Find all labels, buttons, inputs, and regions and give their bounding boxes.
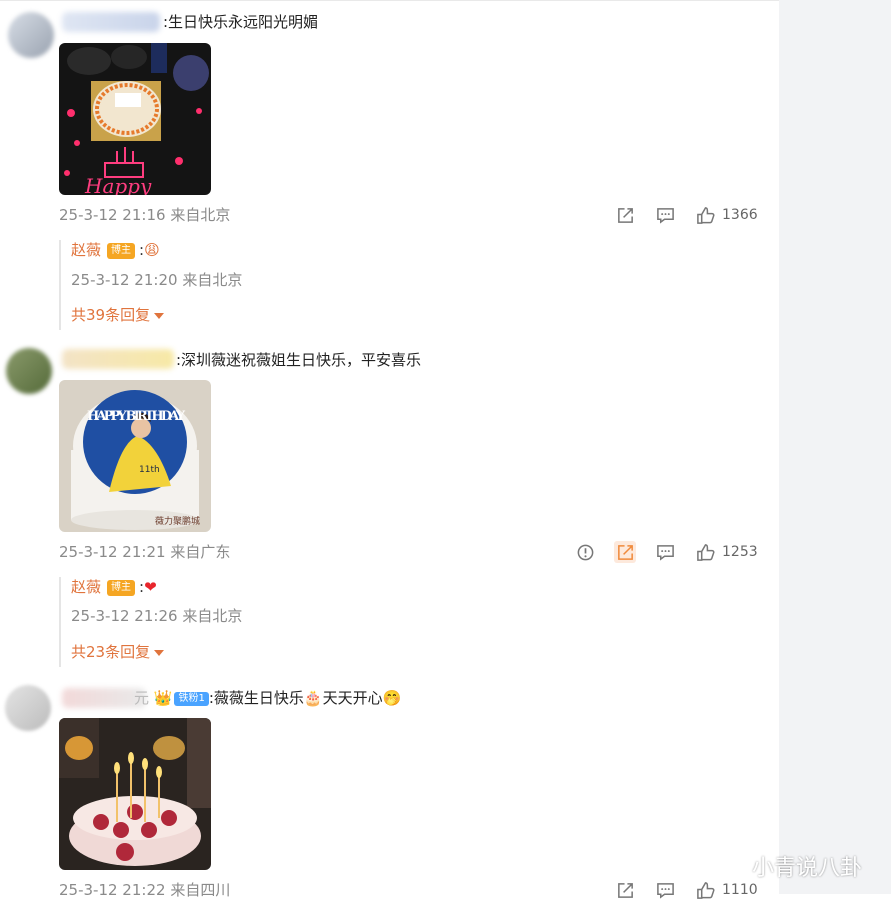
share-icon[interactable] bbox=[614, 541, 636, 563]
username-suffix: 元 bbox=[134, 689, 150, 707]
cake-happy-birthday-text: HAPPY BIRTHDAY bbox=[87, 409, 186, 424]
cake-happy-text: Happy bbox=[84, 174, 152, 195]
comment-actions: 1110 bbox=[596, 879, 758, 901]
right-gutter bbox=[779, 0, 891, 894]
author-badge: 博主 bbox=[107, 579, 136, 596]
comment-icon[interactable] bbox=[654, 204, 676, 226]
like-count: 1366 bbox=[722, 207, 758, 223]
reply-divider bbox=[59, 577, 61, 667]
reply-time: 25-3-12 21:20 bbox=[71, 271, 178, 289]
comment-time: 25-3-12 21:21 bbox=[59, 543, 166, 561]
like-icon[interactable] bbox=[694, 879, 716, 901]
comment-body: :薇薇生日快乐🎂天天开心🤭 bbox=[208, 689, 402, 707]
comment-timestamp: 25-3-12 21:21 来自广东 bbox=[59, 542, 230, 562]
cake-footer-text: 薇力聚鹏城 bbox=[155, 515, 200, 527]
author-badge: 博主 bbox=[107, 242, 136, 259]
reply-divider bbox=[59, 240, 61, 330]
comment-time: 25-3-12 21:22 bbox=[59, 881, 166, 899]
comment-text: :深圳薇迷祝薇姐生日快乐，平安喜乐 bbox=[176, 351, 422, 369]
like-icon[interactable] bbox=[694, 541, 716, 563]
cake-11th-text: 11th bbox=[139, 465, 160, 475]
reply-header: 赵薇 博主:😩 bbox=[71, 241, 160, 259]
comment-image-cake[interactable]: Happy bbox=[59, 43, 211, 195]
heart-emoji: ❤ bbox=[144, 578, 157, 596]
reply-emoji: 😩 bbox=[144, 241, 160, 259]
comment-time: 25-3-12 21:16 bbox=[59, 206, 166, 224]
reply-location: 来自北京 bbox=[182, 607, 243, 625]
reply-timestamp: 25-3-12 21:26 来自北京 bbox=[71, 606, 242, 626]
more-replies-link[interactable]: 共23条回复 bbox=[71, 642, 165, 662]
comment-icon[interactable] bbox=[654, 541, 676, 563]
fan-badge: 铁粉1 bbox=[174, 691, 209, 706]
comment-actions: 1253 bbox=[556, 541, 758, 563]
like-count: 1110 bbox=[722, 882, 758, 898]
top-divider bbox=[0, 0, 779, 1]
crown-icon: 👑 bbox=[153, 689, 173, 707]
username-blurred[interactable] bbox=[62, 12, 160, 32]
share-icon[interactable] bbox=[614, 879, 636, 901]
username-blurred[interactable] bbox=[62, 349, 174, 369]
like-icon[interactable] bbox=[694, 204, 716, 226]
report-icon[interactable] bbox=[574, 541, 596, 563]
comment-icon[interactable] bbox=[654, 879, 676, 901]
comment-text: :生日快乐永远阳光明媚 bbox=[163, 13, 319, 31]
more-replies-label: 共23条回复 bbox=[71, 643, 151, 661]
reply-location: 来自北京 bbox=[182, 271, 243, 289]
comment-location: 来自北京 bbox=[170, 206, 231, 224]
reply-author[interactable]: 赵薇 bbox=[71, 241, 101, 259]
comment-timestamp: 25-3-12 21:22 来自四川 bbox=[59, 880, 230, 900]
comment-location: 来自四川 bbox=[170, 881, 231, 899]
caret-down-icon bbox=[154, 312, 165, 319]
comment-location: 来自广东 bbox=[170, 543, 231, 561]
more-replies-link[interactable]: 共39条回复 bbox=[71, 305, 165, 325]
comment-image-cake[interactable]: HAPPY BIRTHDAY 11th 薇力聚鹏城 bbox=[59, 380, 211, 532]
reply-header: 赵薇 博主:❤ bbox=[71, 578, 157, 596]
avatar[interactable] bbox=[6, 348, 52, 394]
more-replies-label: 共39条回复 bbox=[71, 306, 151, 324]
caret-down-icon bbox=[154, 649, 165, 656]
reply-time: 25-3-12 21:26 bbox=[71, 607, 178, 625]
reply-author[interactable]: 赵薇 bbox=[71, 578, 101, 596]
comment-image-cake[interactable] bbox=[59, 718, 211, 870]
comment-actions: 1366 bbox=[596, 204, 758, 226]
comment-text: 元 👑 铁粉1:薇薇生日快乐🎂天天开心🤭 bbox=[134, 688, 401, 708]
like-count: 1253 bbox=[722, 544, 758, 560]
watermark: 小青说八卦 bbox=[752, 856, 863, 881]
share-icon[interactable] bbox=[614, 204, 636, 226]
reply-timestamp: 25-3-12 21:20 来自北京 bbox=[71, 270, 242, 290]
avatar[interactable] bbox=[5, 685, 51, 731]
avatar[interactable] bbox=[8, 12, 54, 58]
comment-timestamp: 25-3-12 21:16 来自北京 bbox=[59, 205, 230, 225]
